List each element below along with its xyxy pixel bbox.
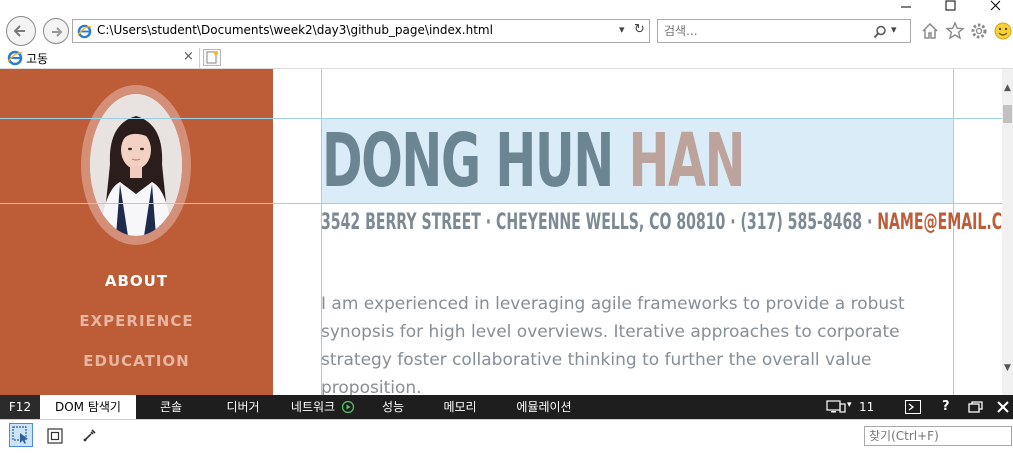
favorites-star-icon[interactable] bbox=[945, 21, 965, 41]
close-window-button[interactable] bbox=[985, 0, 1007, 14]
contact-address: 3542 BERRY STREET · CHEYENNE WELLS, CO 8… bbox=[321, 210, 873, 235]
tab-close-icon[interactable]: × bbox=[183, 49, 194, 64]
scroll-thumb[interactable] bbox=[1003, 105, 1012, 123]
back-arrow-icon bbox=[13, 25, 25, 37]
address-url[interactable]: C:\Users\student\Documents\week2\day3\gi… bbox=[97, 23, 493, 37]
home-icon[interactable] bbox=[920, 21, 940, 41]
new-tab-button[interactable] bbox=[203, 49, 221, 66]
document-mode-value[interactable]: 11 bbox=[859, 395, 874, 419]
minimize-button[interactable] bbox=[895, 0, 917, 14]
tab-strip: 고동 × bbox=[0, 48, 1013, 69]
nav-education-link[interactable]: EDUCATION bbox=[0, 352, 273, 370]
devtools-toolbar bbox=[0, 419, 1013, 453]
forward-arrow-icon bbox=[52, 27, 63, 37]
scroll-down-icon[interactable]: ▼ bbox=[1002, 363, 1013, 373]
document-mode-icon[interactable] bbox=[826, 400, 846, 414]
settings-gear-icon[interactable] bbox=[969, 21, 989, 41]
new-tab-icon bbox=[206, 51, 218, 64]
address-dropdown-icon[interactable]: ▾ bbox=[619, 23, 625, 36]
profile-name-heading: DONG HUN HAN bbox=[322, 118, 746, 204]
page-viewport: ABOUT EXPERIENCE EDUCATION DONG HUN HAN … bbox=[0, 69, 1002, 395]
select-element-button[interactable] bbox=[9, 423, 33, 447]
nav-about-link[interactable]: ABOUT bbox=[0, 272, 273, 290]
window-titlebar bbox=[0, 0, 1013, 14]
bio-paragraph: I am experienced in leveraging agile fra… bbox=[321, 294, 905, 395]
select-element-icon bbox=[12, 426, 28, 444]
tab-title: 고동 bbox=[26, 52, 49, 66]
devtools-tabbar: F12 DOM 탐색기 콘솔 디버거 네트워크 성능 메모리 에뮬레이션 ▾ 1… bbox=[0, 395, 1013, 419]
network-record-icon[interactable] bbox=[341, 400, 355, 414]
avatar bbox=[90, 94, 182, 236]
tab-debugger[interactable]: 디버거 bbox=[218, 395, 268, 419]
tab-performance[interactable]: 성능 bbox=[372, 395, 414, 419]
devtools-f12-label: F12 bbox=[0, 395, 40, 419]
contact-info: 3542 BERRY STREET · CHEYENNE WELLS, CO 8… bbox=[321, 209, 1002, 237]
console-toggle-icon[interactable] bbox=[905, 400, 921, 414]
color-picker-icon[interactable] bbox=[82, 427, 98, 443]
page-scrollbar[interactable]: ▲ ▼ bbox=[1002, 69, 1013, 395]
contact-email-link[interactable]: NAME@EMAIL.COM bbox=[877, 210, 1002, 235]
nav-experience-link[interactable]: EXPERIENCE bbox=[0, 312, 273, 330]
tab-memory[interactable]: 메모리 bbox=[436, 395, 484, 419]
tab-console[interactable]: 콘솔 bbox=[148, 395, 194, 419]
undock-icon[interactable] bbox=[968, 401, 984, 413]
search-dropdown-icon[interactable]: ▾ bbox=[891, 23, 897, 36]
find-input[interactable] bbox=[864, 426, 1012, 446]
feedback-smiley-icon[interactable] bbox=[993, 21, 1013, 41]
search-box[interactable]: ▾ bbox=[657, 19, 911, 43]
scroll-up-icon[interactable]: ▲ bbox=[1002, 83, 1013, 93]
tab-dom-explorer[interactable]: DOM 탐색기 bbox=[40, 395, 136, 419]
back-button[interactable] bbox=[6, 16, 36, 46]
profile-photo bbox=[90, 94, 182, 236]
refresh-icon[interactable]: ↻ bbox=[634, 22, 645, 37]
tab-current[interactable]: 고동 × bbox=[0, 48, 200, 68]
tab-emulation[interactable]: 에뮬레이션 bbox=[507, 395, 581, 419]
search-input[interactable] bbox=[664, 23, 854, 39]
ie-tab-icon bbox=[7, 50, 23, 66]
tab-network[interactable]: 네트워크 bbox=[287, 395, 339, 419]
navigation-bar: C:\Users\student\Documents\week2\day3\gi… bbox=[0, 14, 1013, 48]
maximize-button[interactable] bbox=[940, 0, 962, 14]
forward-button[interactable] bbox=[43, 18, 69, 44]
document-mode-dropdown-icon[interactable]: ▾ bbox=[847, 400, 852, 410]
help-button[interactable]: ? bbox=[942, 395, 950, 419]
ie-page-icon bbox=[77, 24, 92, 39]
address-bar[interactable]: C:\Users\student\Documents\week2\day3\gi… bbox=[72, 19, 650, 43]
last-name: HAN bbox=[628, 118, 746, 204]
devtools-close-icon[interactable] bbox=[997, 401, 1009, 413]
first-name: DONG HUN bbox=[322, 118, 614, 204]
highlight-box-icon[interactable] bbox=[47, 428, 63, 444]
search-icon[interactable] bbox=[873, 25, 887, 39]
